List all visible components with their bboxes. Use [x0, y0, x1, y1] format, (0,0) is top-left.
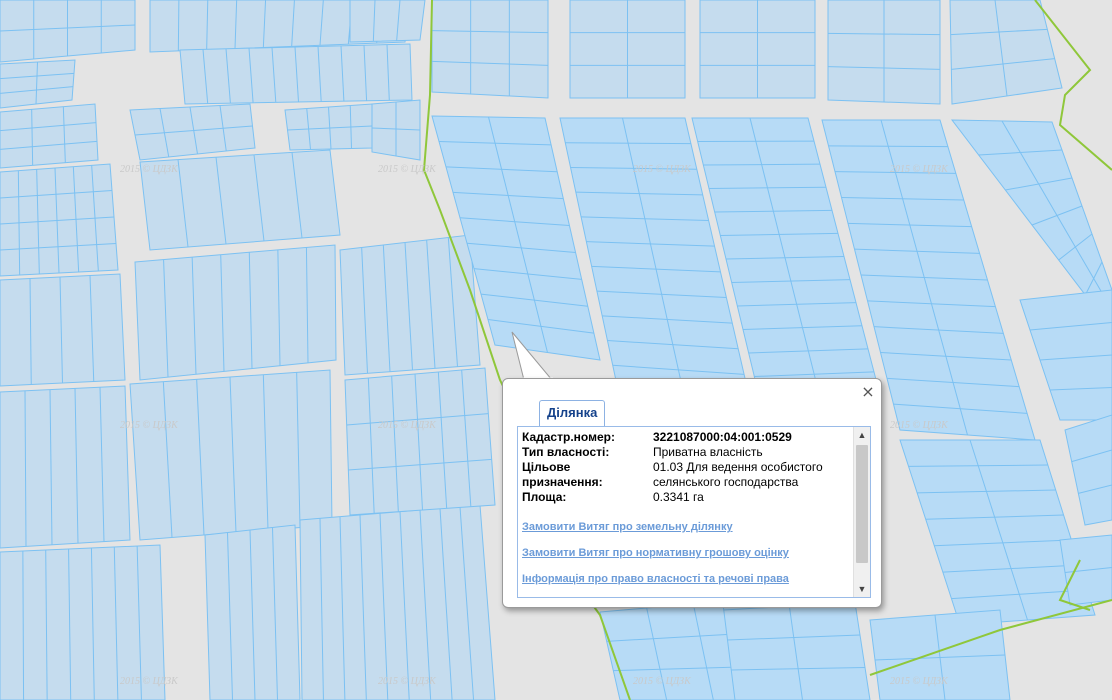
field-label: Кадастр.номер: — [522, 430, 615, 444]
land-block — [899, 439, 1096, 626]
map-watermark: 2015 © ЦДЗК — [378, 164, 437, 175]
parcel-details-panel: Кадастр.номер: 3221087000:04:001:0529 Ти… — [517, 426, 871, 598]
area-value: 0.3341 га — [653, 490, 704, 504]
cadastral-number-value: 3221087000:04:001:0529 — [653, 430, 792, 444]
land-block — [431, 0, 549, 99]
purpose-value: 01.03 Для ведення особистого селянського… — [653, 460, 823, 489]
ownership-rights-info-link[interactable]: Інформація про право власності та речові… — [522, 573, 852, 585]
scroll-up-icon[interactable]: ▲ — [854, 427, 870, 443]
map-watermark: 2015 © ЦДЗК — [633, 676, 692, 687]
field-area: Площа: 0.3341 га — [522, 490, 852, 505]
land-block — [349, 0, 426, 43]
order-valuation-extract-link[interactable]: Замовити Витяг про нормативну грошову оц… — [522, 547, 852, 559]
land-block — [339, 234, 481, 376]
ownership-type-value: Приватна власність — [653, 445, 763, 459]
map-watermark: 2015 © ЦДЗК — [890, 676, 949, 687]
land-block — [179, 43, 413, 105]
map-watermark: 2015 © ЦДЗК — [890, 164, 949, 175]
popup-pointer — [511, 331, 554, 381]
map-watermark: 2015 © ЦДЗК — [120, 420, 179, 431]
parcel-info-popup: × Ділянка Кадастр.номер: 3221087000:04:0… — [502, 378, 882, 608]
land-block — [1064, 414, 1112, 526]
field-label: Тип власності: — [522, 445, 610, 459]
parcel-details-content: Кадастр.номер: 3221087000:04:001:0529 Ти… — [522, 430, 852, 585]
field-label: Цільове призначення: — [522, 460, 603, 489]
parcel-boundary — [22, 550, 25, 700]
land-block — [299, 504, 496, 700]
parcel-boundary — [177, 0, 180, 51]
land-block — [344, 367, 496, 516]
close-icon[interactable]: × — [861, 384, 875, 400]
land-block — [1019, 289, 1112, 421]
map-watermark: 2015 © ЦДЗК — [378, 676, 437, 687]
scrollbar-thumb[interactable] — [856, 445, 868, 563]
vertical-scrollbar[interactable]: ▲ ▼ — [853, 427, 870, 597]
map-watermark: 2015 © ЦДЗК — [120, 676, 179, 687]
order-land-extract-link[interactable]: Замовити Витяг про земельну ділянку — [522, 521, 852, 533]
map-watermark: 2015 © ЦДЗК — [378, 420, 437, 431]
field-cadastral-number: Кадастр.номер: 3221087000:04:001:0529 — [522, 430, 852, 445]
land-block — [129, 103, 256, 161]
land-block — [0, 103, 99, 169]
field-purpose: Цільове призначення: 01.03 Для ведення о… — [522, 460, 852, 490]
map-watermark: 2015 © ЦДЗК — [120, 164, 179, 175]
field-ownership-type: Тип власності: Приватна власність — [522, 445, 852, 460]
map-watermark: 2015 © ЦДЗК — [633, 164, 692, 175]
tab-parcel[interactable]: Ділянка — [539, 400, 606, 426]
land-block — [0, 385, 131, 549]
scroll-down-icon[interactable]: ▼ — [854, 581, 870, 597]
field-label: Площа: — [522, 490, 567, 504]
map-watermark: 2015 © ЦДЗК — [890, 420, 949, 431]
